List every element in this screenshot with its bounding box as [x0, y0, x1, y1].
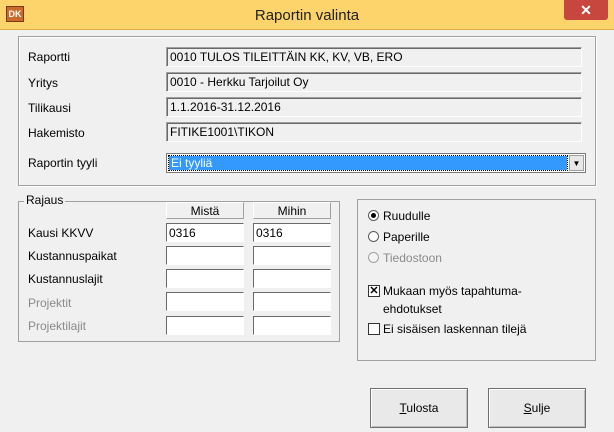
kausi-to-input[interactable] [253, 223, 331, 242]
rajaus-caption: Rajaus [24, 193, 66, 207]
print-button[interactable]: Tulosta [370, 388, 468, 428]
yritys-label: Yritys [28, 76, 58, 90]
report-style-value: Ei tyyliä [168, 155, 568, 171]
rajaus-row-label: Kustannuslajit [28, 272, 103, 286]
rajaus-row-label: Kausi KKVV [28, 226, 94, 240]
window-title: Raportin valinta [254, 7, 360, 24]
checkmark-icon: ✕ [369, 285, 379, 297]
checkbox-ei-sisaisen-label[interactable]: Ei sisäisen laskennan tilejä [383, 322, 526, 336]
close-window-button[interactable]: ✕ [564, 0, 608, 20]
projektilajit-from-input[interactable] [166, 316, 244, 335]
rajaus-row-label: Projektilajit [28, 319, 87, 333]
checkbox-ei-sisaisen[interactable] [368, 323, 380, 335]
raportti-field: 0010 TULOS TILEITTÄIN KK, KV, VB, ERO [166, 47, 582, 67]
checkbox-mukaan-label-line2[interactable]: ehdotukset [383, 302, 442, 316]
close-button-label: ulje [531, 401, 551, 415]
checkbox-mukaan-ehdotukset[interactable]: ✕ [368, 285, 380, 297]
column-header-to: Mihin [253, 202, 331, 219]
radio-tiedostoon-label[interactable]: Tiedostoon [383, 251, 442, 265]
kustannuspaikat-to-input[interactable] [253, 246, 331, 265]
hakemisto-field: FITIKE1001\TIKON [166, 122, 582, 142]
radio-tiedostoon[interactable] [368, 252, 379, 263]
projektilajit-to-input[interactable] [253, 316, 331, 335]
raportti-label: Raportti [28, 50, 71, 64]
close-icon: ✕ [580, 2, 592, 18]
projektit-to-input[interactable] [253, 292, 331, 311]
hakemisto-label: Hakemisto [28, 126, 85, 140]
kustannuslajit-to-input[interactable] [253, 269, 331, 288]
dialog-window: DK Raportin valinta ✕ Raportti 0010 TULO… [0, 0, 614, 432]
report-style-select[interactable]: Ei tyyliä ▼ [166, 153, 586, 173]
yritys-field: 0010 - Herkku Tarjoilut Oy [166, 72, 582, 92]
tyyli-label: Raportin tyyli [28, 156, 98, 170]
rajaus-row-label: Projektit [28, 296, 72, 310]
close-button[interactable]: Sulje [488, 388, 586, 428]
kustannuspaikat-from-input[interactable] [166, 246, 244, 265]
print-button-label: ulosta [406, 401, 439, 415]
tilikausi-label: Tilikausi [28, 101, 71, 115]
radio-ruudulle-label[interactable]: Ruudulle [383, 209, 430, 223]
close-button-accel: S [523, 401, 532, 415]
title-bar[interactable]: DK Raportin valinta ✕ [0, 0, 614, 30]
projektit-from-input[interactable] [166, 292, 244, 311]
dropdown-arrow-icon[interactable]: ▼ [569, 155, 584, 171]
tilikausi-field: 1.1.2016-31.12.2016 [166, 97, 582, 117]
radio-paperille[interactable] [368, 231, 379, 242]
output-group [357, 199, 596, 361]
rajaus-row-label: Kustannuspaikat [28, 249, 117, 263]
checkbox-mukaan-label-line1[interactable]: Mukaan myös tapahtuma- [383, 284, 522, 298]
radio-ruudulle[interactable] [368, 210, 379, 221]
radio-paperille-label[interactable]: Paperille [383, 230, 430, 244]
kausi-from-input[interactable] [166, 223, 244, 242]
kustannuslajit-from-input[interactable] [166, 269, 244, 288]
column-header-from: Mistä [166, 202, 244, 219]
